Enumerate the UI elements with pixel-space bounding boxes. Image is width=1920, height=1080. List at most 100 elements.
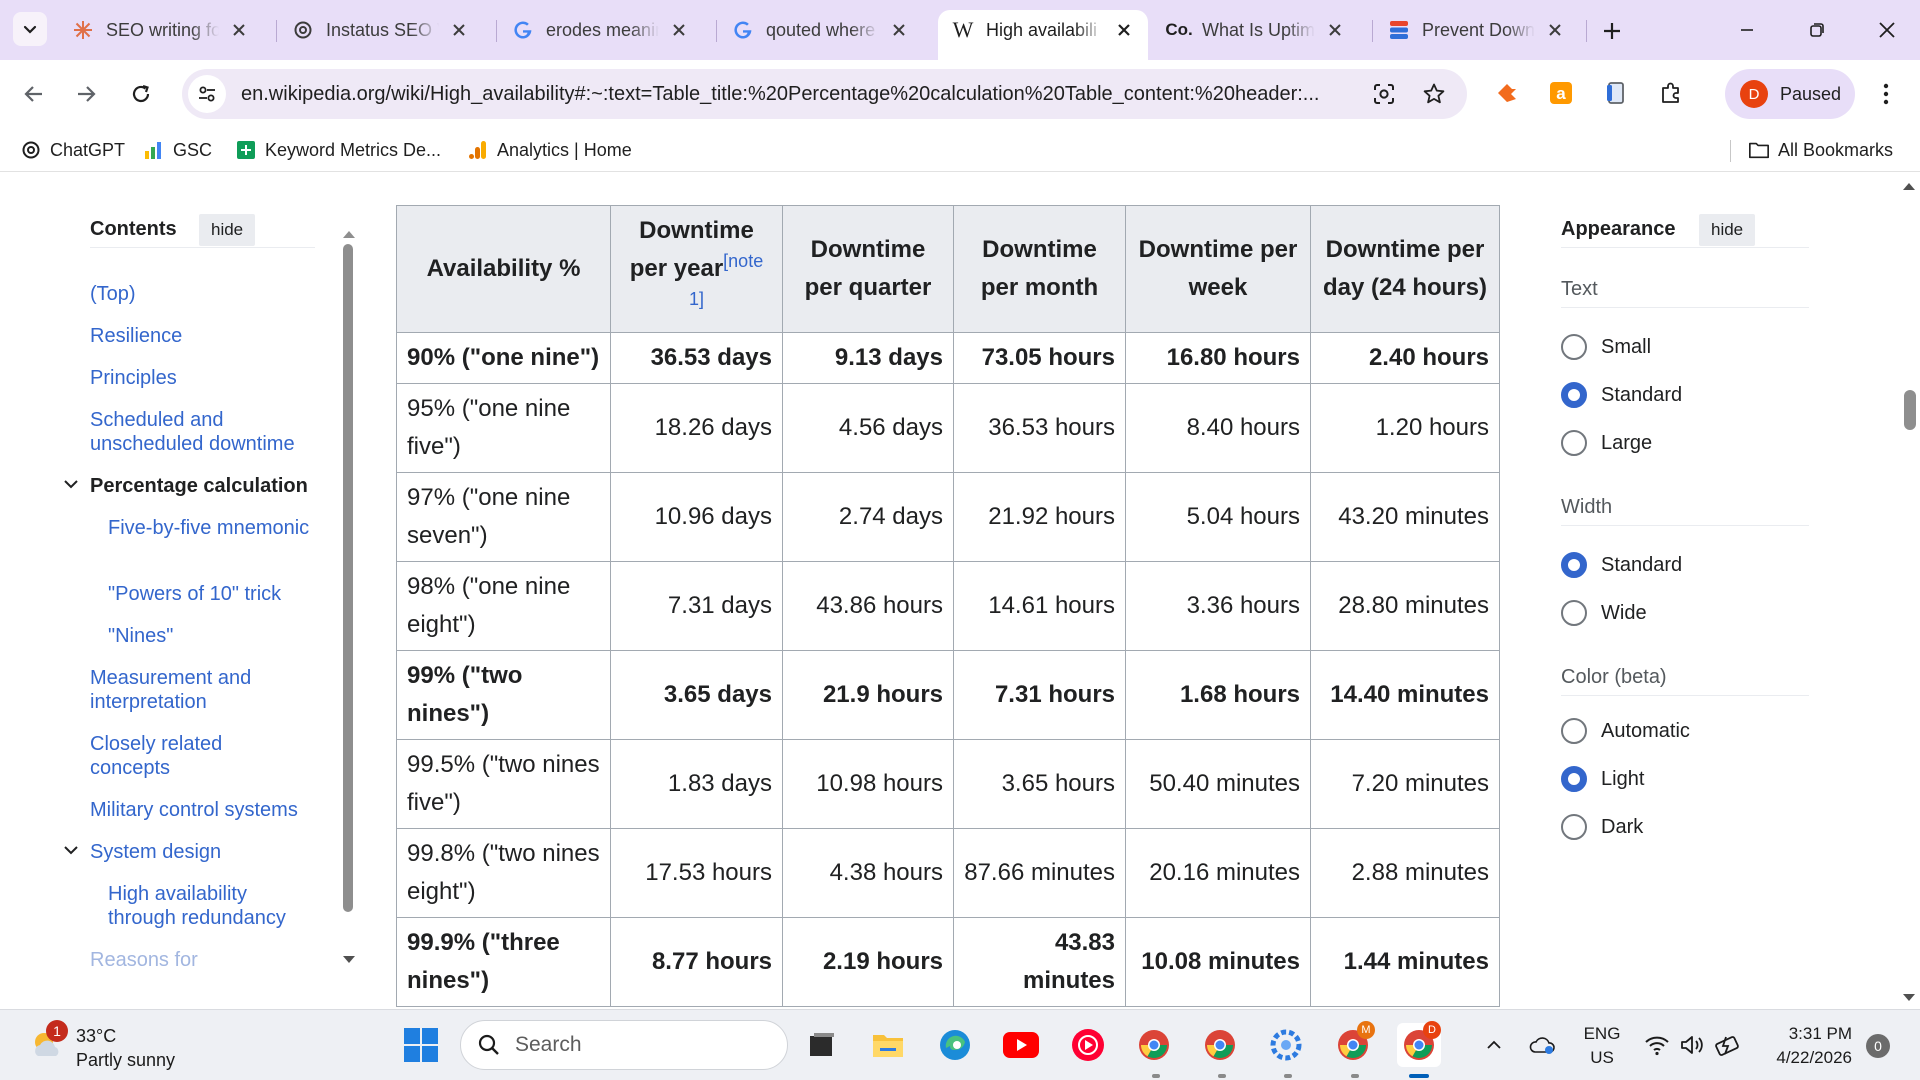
all-bookmarks-button[interactable]: All Bookmarks [1748,137,1893,163]
toc-item-top[interactable]: (Top) [90,282,136,306]
radio-color-light[interactable]: Light [1561,764,1644,794]
close-icon[interactable] [1323,18,1347,42]
tab-what-is-uptime[interactable]: Co. What Is Uptim [1154,10,1359,50]
downtime-cell: 3.65 hours [953,739,1126,829]
radio-color-automatic[interactable]: Automatic [1561,716,1690,746]
youtube-button[interactable] [999,1023,1043,1067]
bookmark-gsc[interactable]: GSC [143,137,212,163]
show-hidden-icons-button[interactable] [1482,1030,1506,1060]
toc-item-five-by-five[interactable]: Five-by-five mnemonic [108,516,318,540]
chrome-profile-2-button[interactable] [1198,1023,1242,1067]
toc-item-resilience[interactable]: Resilience [90,324,182,348]
tab-search-button[interactable] [13,12,47,46]
battery-tray-button[interactable] [1713,1030,1743,1060]
tab-seo-writing[interactable]: SEO writing fo [58,10,263,50]
page-scroll-up-arrow[interactable] [1902,178,1916,196]
browser-menu-button[interactable] [1866,74,1906,114]
radio-color-dark[interactable]: Dark [1561,812,1643,842]
toc-item-percentage-calculation[interactable]: Percentage calculation [90,474,308,498]
toc-header: Contents hide [90,206,315,248]
close-icon[interactable] [227,18,251,42]
new-tab-button[interactable] [1595,14,1629,48]
page-scrollbar-thumb[interactable] [1904,390,1916,430]
chrome-profile-m-button[interactable]: M [1331,1021,1375,1067]
appearance-hide-button[interactable]: hide [1699,214,1756,246]
weather-widget[interactable]: 1 33°C Partly sunny [28,1018,198,1072]
page-scroll-down-arrow[interactable] [1902,990,1916,1008]
toc-item-principles[interactable]: Principles [90,366,177,390]
close-icon[interactable] [447,18,471,42]
clock[interactable]: 3:31 PM 4/22/2026 [1760,1022,1852,1070]
language-indicator[interactable]: ENG US [1582,1022,1622,1070]
close-icon[interactable] [887,18,911,42]
reload-button[interactable] [121,74,161,114]
toc-scroll-down-arrow[interactable] [342,952,356,970]
radio-width-wide[interactable]: Wide [1561,598,1647,628]
onedrive-tray-button[interactable] [1528,1030,1558,1060]
lens-button[interactable] [1369,79,1399,109]
toc-item-nines[interactable]: "Nines" [108,624,173,648]
minimize-button[interactable] [1725,10,1769,50]
tab-prevent-downtime[interactable]: Prevent Down [1374,10,1579,50]
tab-qouted-where[interactable]: qouted where [718,10,923,50]
chrome-profile-d-button[interactable]: D [1397,1021,1441,1067]
notification-count-badge[interactable]: 0 [1866,1034,1890,1058]
toc-item-powers-of-10[interactable]: "Powers of 10" trick [108,582,281,606]
color-label: Color (beta) [1561,660,1809,696]
appearance-title: Appearance [1561,218,1676,240]
tab-erodes-meaning[interactable]: erodes meanin [498,10,703,50]
back-button[interactable] [14,74,54,114]
youtube-music-button[interactable] [1066,1023,1110,1067]
chrome-profile-1-button[interactable] [1132,1023,1176,1067]
toc-hide-button[interactable]: hide [199,214,256,246]
edge-button[interactable] [933,1023,977,1067]
forward-button[interactable] [66,74,106,114]
docs-extension-button[interactable] [1600,77,1632,109]
profile-button[interactable]: D Paused [1725,69,1855,119]
bookmark-keyword-metrics[interactable]: Keyword Metrics De... [235,137,441,163]
bookmark-chatgpt[interactable]: ChatGPT [20,137,125,163]
width-label: Width [1561,490,1809,526]
radio-text-small[interactable]: Small [1561,332,1651,362]
tab-instatus-seo[interactable]: Instatus SEO V [278,10,483,50]
wikipedia-page: Contents hide (Top) Resilience Principle… [0,172,1920,1009]
toc-item-reasons-for[interactable]: Reasons for [90,948,198,972]
extensions-button[interactable] [1655,77,1687,109]
task-view-button[interactable] [800,1023,844,1067]
toc-item-scheduled-downtime[interactable]: Scheduled and unscheduled downtime [90,408,320,456]
toc-scrollbar-thumb[interactable] [343,244,353,912]
bookmark-star-button[interactable] [1419,79,1449,109]
toc-item-closely-related[interactable]: Closely related concepts [90,732,280,780]
chevron-down-icon[interactable] [62,841,80,859]
chevron-down-icon[interactable] [62,475,80,493]
arrow-right-icon [78,86,96,102]
toc-item-high-availability-redundancy[interactable]: High availability through redundancy [108,882,318,930]
close-icon[interactable] [1112,18,1136,42]
profile-status: Paused [1780,83,1842,104]
radio-width-standard[interactable]: Standard [1561,550,1682,580]
url-text[interactable]: en.wikipedia.org/wiki/High_availability#… [241,83,1346,106]
tab-high-availability[interactable]: W High availabili [938,10,1148,60]
toc-item-measurement[interactable]: Measurement and interpretation [90,666,290,714]
site-info-button[interactable] [188,75,226,113]
taskbar-search-box[interactable]: Search [460,1020,788,1070]
wifi-tray-button[interactable] [1643,1030,1671,1060]
toc-item-system-design[interactable]: System design [90,840,221,864]
close-window-button[interactable] [1865,10,1909,50]
edge-icon [940,1030,970,1060]
close-icon[interactable] [667,18,691,42]
toc-scroll-up-arrow[interactable] [342,226,356,244]
settings-app-button[interactable] [1264,1023,1308,1067]
radio-text-standard[interactable]: Standard [1561,380,1682,410]
toc-item-military-control[interactable]: Military control systems [90,798,298,822]
windows-start-icon[interactable] [403,1027,439,1063]
address-bar[interactable]: en.wikipedia.org/wiki/High_availability#… [182,69,1467,119]
amazon-extension-button[interactable]: a [1545,77,1577,109]
brave-extension-button[interactable] [1491,77,1523,109]
restore-button[interactable] [1795,10,1839,50]
close-icon[interactable] [1543,18,1567,42]
file-explorer-button[interactable] [866,1023,910,1067]
bookmark-analytics[interactable]: Analytics | Home [467,137,632,163]
volume-tray-button[interactable] [1678,1030,1706,1060]
radio-text-large[interactable]: Large [1561,428,1652,458]
